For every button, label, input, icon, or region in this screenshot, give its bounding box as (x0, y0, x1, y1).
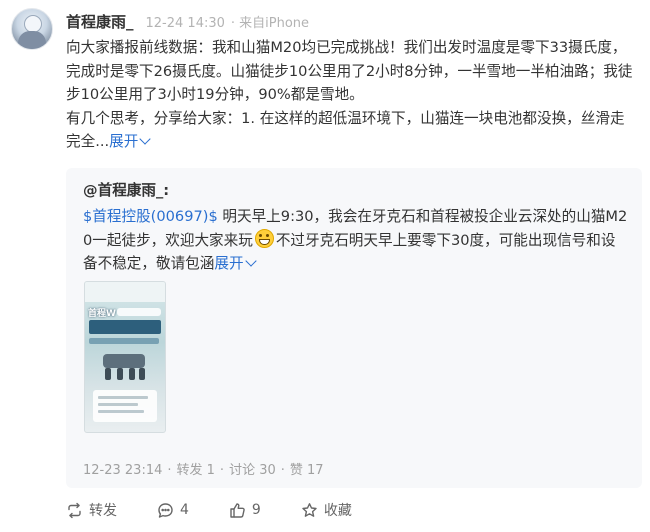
thumbnail-info-card (93, 390, 157, 422)
post-paragraph-2-text: 有几个思考，分享给大家：1. 在这样的超低温环境下，山猫连一块电池都没换，丝滑走… (66, 109, 625, 151)
expand-label[interactable]: 展开 (109, 133, 138, 150)
comment-icon (158, 502, 173, 518)
grinning-face-icon (254, 228, 274, 248)
star-icon (302, 502, 317, 517)
repost-expand-link[interactable]: 展开 (214, 255, 257, 272)
avatar[interactable] (11, 8, 53, 50)
repost-like-stat[interactable]: 赞 17 (290, 463, 324, 478)
repost-button[interactable]: 转发 (66, 500, 117, 520)
robot-leg (105, 368, 111, 380)
post-body: 向大家播报前线数据：我和山猫M20均已完成挑战！我们出发时温度是零下33摄氏度，… (66, 36, 634, 154)
repost-icon (68, 502, 81, 518)
chevron-down-icon (139, 133, 151, 146)
robot-dog-icon (103, 354, 145, 368)
chevron-down-icon (244, 255, 257, 267)
repost-label[interactable]: 转发 (89, 500, 117, 520)
expand-link[interactable]: 展开 (109, 133, 151, 150)
thumbnail-subtitle (89, 338, 159, 344)
comment-button[interactable]: 4 (157, 502, 189, 519)
repost-card[interactable]: @首程康雨_: $首程控股(00697)$ 明天早上9:30，我会在牙克石和首程… (66, 168, 642, 488)
thumbnail-brand: 首程W (88, 309, 116, 319)
repost-author-link[interactable]: @首程康雨_: (83, 179, 169, 200)
favorite-label[interactable]: 收藏 (324, 500, 352, 520)
repost-image-thumbnail[interactable]: 首程W (84, 281, 166, 433)
avatar-body-shape (18, 31, 46, 49)
like-button[interactable]: 9 (229, 502, 261, 519)
post-source: · 来自iPhone (230, 16, 310, 31)
like-count[interactable]: 9 (252, 502, 261, 518)
robot-leg (129, 368, 135, 380)
thumbnail-snow (85, 282, 165, 302)
repost-comment-stat[interactable]: 讨论 30 (229, 463, 276, 478)
post-paragraph-1: 向大家播报前线数据：我和山猫M20均已完成挑战！我们出发时温度是零下33摄氏度，… (66, 39, 633, 104)
repost-body: $首程控股(00697)$ 明天早上9:30，我会在牙克石和首程被投企业云深处的… (83, 205, 628, 276)
comment-count[interactable]: 4 (180, 502, 189, 518)
thumbnail-title-bar (89, 320, 161, 334)
repost-expand-label[interactable]: 展开 (214, 255, 243, 272)
robot-leg (139, 368, 145, 380)
stock-tag-link[interactable]: $首程控股(00697)$ (83, 208, 218, 225)
action-bar: 转发 4 9 收藏 (66, 500, 392, 520)
favorite-button[interactable]: 收藏 (301, 500, 352, 520)
post-time[interactable]: 12-24 14:30 (146, 16, 225, 31)
username-link[interactable]: 首程康雨_ (66, 11, 134, 32)
post-meta: 12-24 14:30 · 来自iPhone (146, 12, 310, 31)
repost-forward-stat[interactable]: 转发 1 (177, 463, 215, 478)
repost-meta: 12-23 23:14 · 转发 1 · 讨论 30 · 赞 17 (83, 463, 324, 478)
thumbnail-tag (117, 308, 161, 316)
post-paragraph-2: 有几个思考，分享给大家：1. 在这样的超低温环境下，山猫连一块电池都没换，丝滑走… (66, 107, 634, 154)
post-header: 首程康雨_ 12-24 14:30 · 来自iPhone (66, 11, 309, 32)
robot-leg (117, 368, 123, 380)
repost-time[interactable]: 12-23 23:14 (83, 463, 162, 478)
thumbs-up-icon (230, 502, 245, 518)
